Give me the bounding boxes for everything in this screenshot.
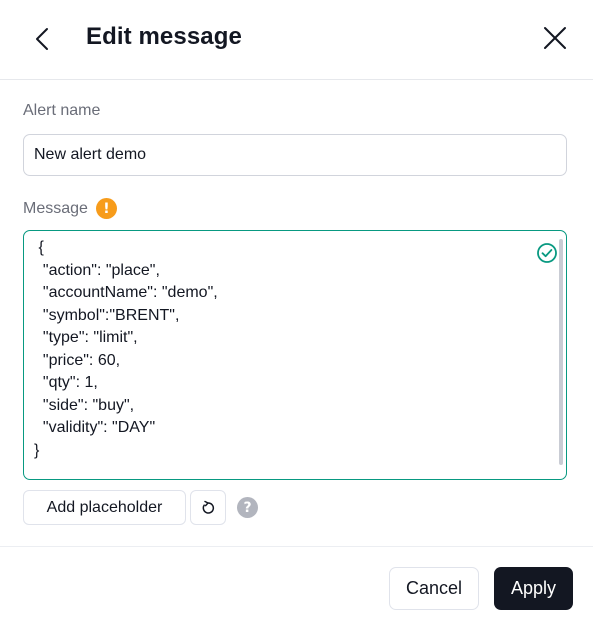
message-scrollbar[interactable] [559,239,563,465]
back-button[interactable] [26,22,60,56]
apply-button[interactable]: Apply [494,567,573,610]
add-placeholder-button[interactable]: Add placeholder [23,490,186,525]
message-label: Message [23,199,88,217]
message-text[interactable]: { "action": "place", "accountName": "dem… [34,237,539,462]
help-icon[interactable]: ? [237,497,258,518]
close-icon [544,27,566,49]
reset-icon [202,500,215,514]
reset-button[interactable] [190,490,226,525]
check-circle-icon [537,243,557,263]
dialog-footer: Cancel Apply [0,546,593,627]
message-label-row: Message ! [23,198,117,219]
edit-message-dialog: Edit message Alert name Message ! { "act… [0,0,593,627]
message-textarea[interactable]: { "action": "place", "accountName": "dem… [23,230,567,480]
close-button[interactable] [538,21,572,55]
alert-name-label: Alert name [23,102,101,119]
cancel-button[interactable]: Cancel [389,567,479,610]
alert-name-input[interactable] [23,134,567,176]
chevron-left-icon [36,28,48,50]
warning-icon[interactable]: ! [95,198,117,219]
dialog-title: Edit message [86,23,242,50]
dialog-header: Edit message [0,0,593,80]
